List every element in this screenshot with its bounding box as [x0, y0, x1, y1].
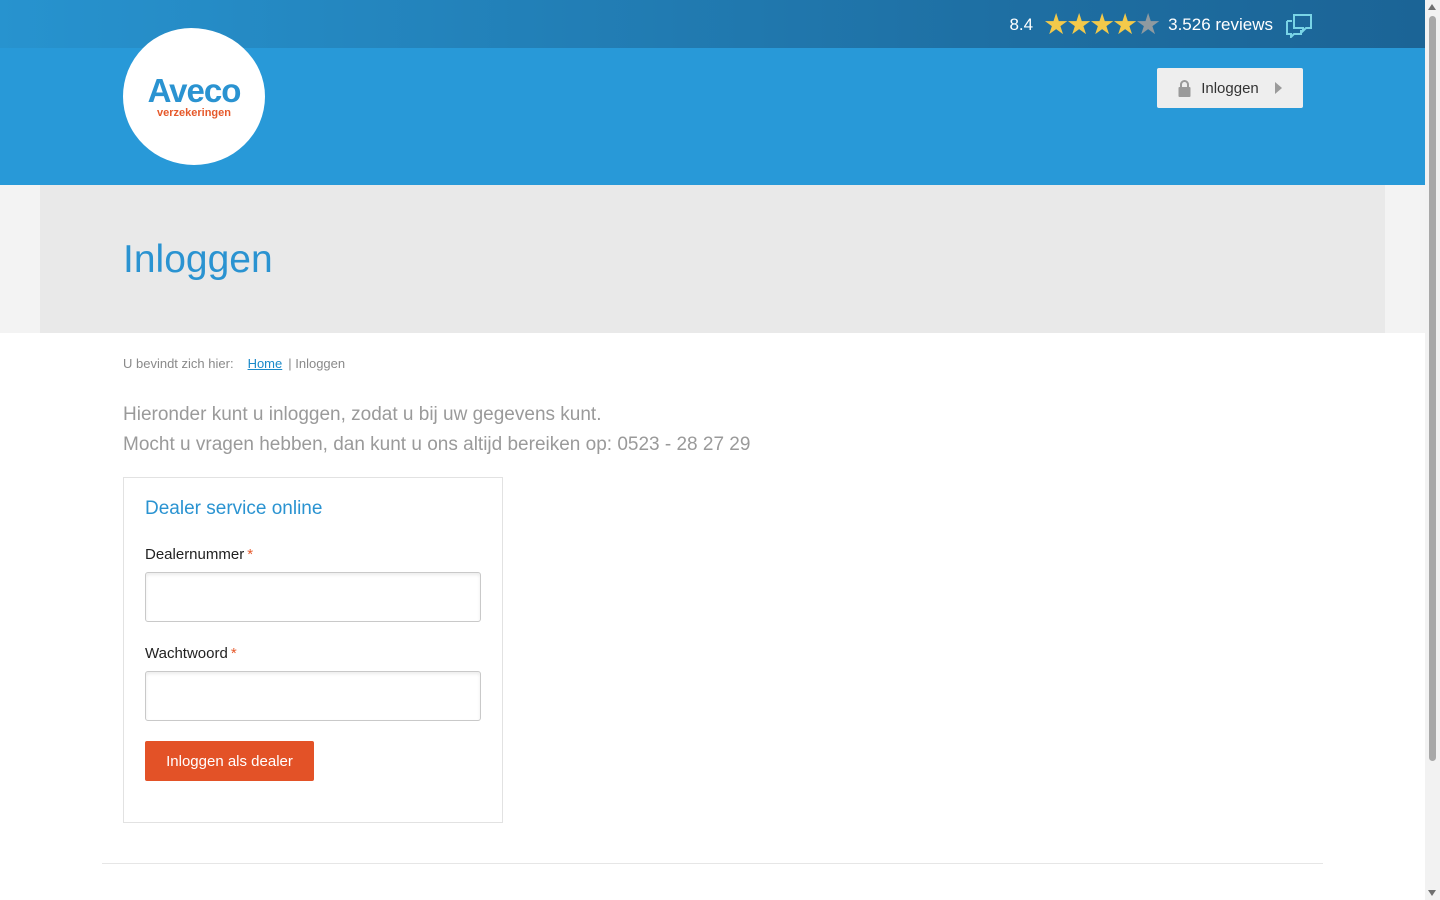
- lock-icon: [1178, 79, 1191, 97]
- breadcrumb-home-link[interactable]: Home: [248, 356, 283, 371]
- page-title: Inloggen: [123, 238, 273, 281]
- password-label-text: Wachtwoord: [145, 645, 228, 662]
- speech-bubbles-icon[interactable]: [1285, 12, 1313, 38]
- logo-tagline: verzekeringen: [157, 106, 231, 119]
- intro-line-2: Mocht u vragen hebben, dan kunt u ons al…: [123, 434, 751, 455]
- dealer-number-label-text: Dealernummer: [145, 546, 245, 563]
- star-icon: ★: [1066, 8, 1092, 41]
- breadcrumb: U bevindt zich hier: Home | Inloggen: [123, 356, 345, 371]
- star-icon: ★: [1043, 8, 1069, 41]
- site-header: 8.4 ★ ★ ★ ★ ★ 3.526 reviews Aveco verzek…: [0, 0, 1425, 185]
- header-login-label: Inloggen: [1201, 79, 1259, 97]
- password-label: Wachtwoord *: [145, 645, 237, 662]
- footer-divider: [102, 863, 1323, 864]
- caret-right-icon: [1274, 82, 1282, 94]
- star-icon: ★: [1089, 8, 1115, 41]
- logo-wordmark: Aveco: [147, 71, 242, 109]
- rating-stars: ★ ★ ★ ★ ★: [1043, 8, 1161, 41]
- star-empty-icon: ★: [1135, 8, 1161, 41]
- breadcrumb-prefix: U bevindt zich hier:: [123, 356, 234, 371]
- aveco-logo[interactable]: Aveco verzekeringen: [123, 28, 265, 165]
- dealer-login-submit-button[interactable]: Inloggen als dealer: [145, 741, 314, 781]
- password-input[interactable]: [145, 671, 481, 721]
- dealer-number-label: Dealernummer *: [145, 546, 253, 563]
- dealer-login-card: Dealer service online Dealernummer * Wach…: [123, 477, 503, 823]
- required-marker: *: [230, 645, 237, 662]
- card-title: Dealer service online: [145, 498, 323, 519]
- rating-score: 8.4: [1009, 15, 1034, 34]
- intro-line-1: Hieronder kunt u inloggen, zodat u bij u…: [123, 404, 602, 425]
- scrollbar-thumb[interactable]: [1429, 16, 1436, 761]
- intro-text: Hieronder kunt u inloggen, zodat u bij u…: [123, 400, 750, 460]
- rating-widget[interactable]: 8.4 ★ ★ ★ ★ ★ 3.526 reviews: [1009, 10, 1313, 40]
- scroll-down-arrow-icon[interactable]: [1428, 890, 1436, 896]
- breadcrumb-current: | Inloggen: [288, 356, 346, 371]
- star-icon: ★: [1112, 8, 1138, 41]
- dealer-number-input[interactable]: [145, 572, 481, 622]
- hero-banner: Inloggen: [40, 185, 1385, 333]
- reviews-count[interactable]: 3.526 reviews: [1168, 15, 1273, 35]
- scroll-up-arrow-icon[interactable]: [1428, 4, 1436, 10]
- page-scrollbar[interactable]: [1425, 0, 1440, 900]
- header-login-button[interactable]: Inloggen: [1157, 68, 1303, 108]
- required-marker: *: [247, 546, 254, 563]
